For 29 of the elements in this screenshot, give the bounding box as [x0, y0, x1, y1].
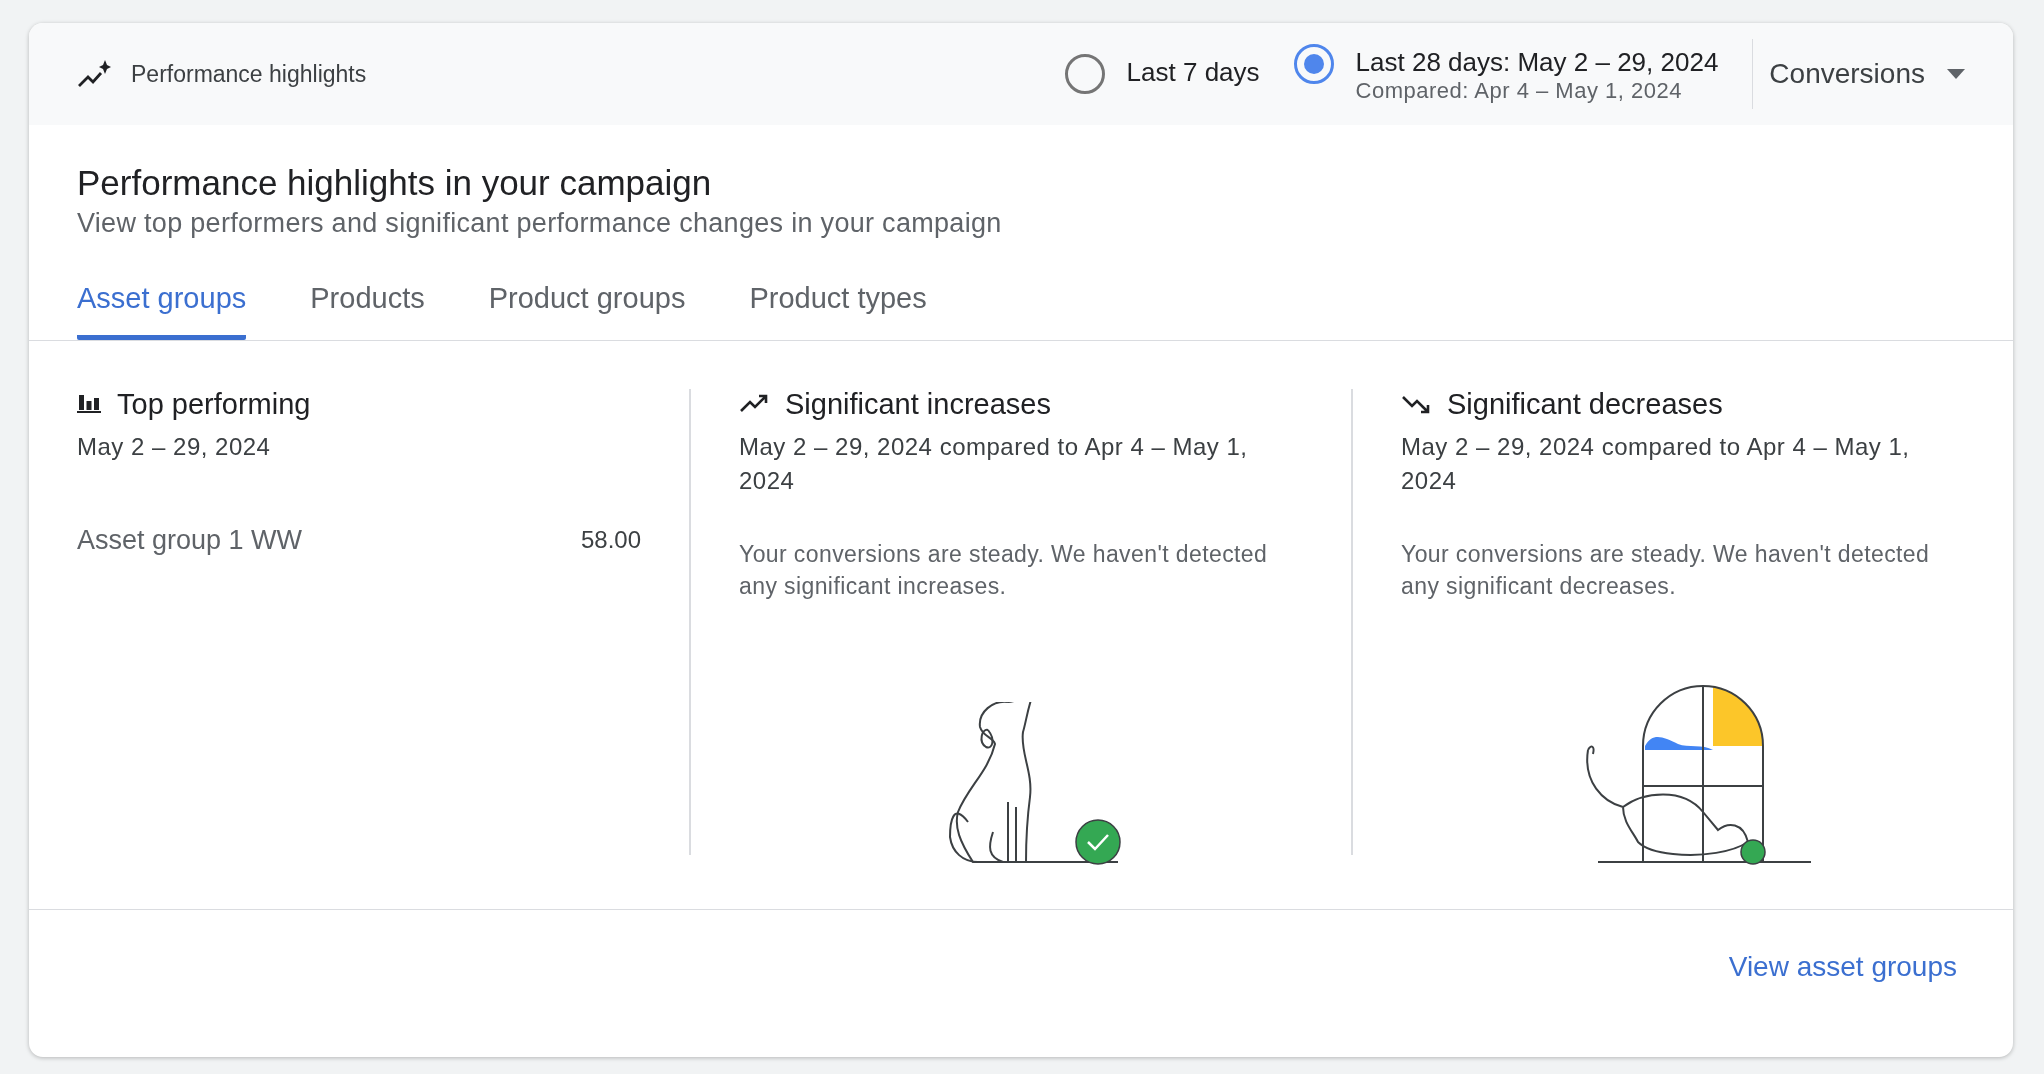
range-label: Last 7 days: [1126, 57, 1260, 87]
status-message: Your conversions are steady. We haven't detected any significant increases.: [739, 540, 1269, 601]
bar-chart-icon: [77, 393, 101, 416]
metric-dropdown[interactable]: Conversions: [1769, 53, 1965, 95]
metric-value: 58.00: [580, 525, 641, 556]
status-message: Your conversions are steady. We haven't detected any significant decreases.: [1401, 540, 1931, 601]
section-heading: Performance highlights in your campaign: [77, 162, 713, 204]
range-label: Last 28 days: May 2 – 29, 2024: [1355, 46, 1719, 77]
date-range: May 2 – 29, 2024 compared to Apr 4 – May 1, 2024: [1401, 432, 1911, 496]
section-description: View top performers and significant performance changes in your campaign: [77, 207, 1003, 240]
sparkle-trend-icon: [77, 59, 111, 89]
range-radio-option[interactable]: Last 28 days: May 2 – 29, 2024 Compared: Apr 4 – May 1, 2024: [1293, 43, 1719, 105]
tab[interactable]: Product types: [749, 277, 927, 340]
range-sublabel: Compared: Apr 4 – May 1, 2024: [1355, 76, 1683, 105]
asset-group-name: Asset group 1 WW: [77, 524, 303, 557]
tab[interactable]: Products: [310, 277, 425, 340]
radio-button[interactable]: [1293, 43, 1334, 84]
view-asset-groups-link[interactable]: View asset groups: [1728, 945, 1957, 988]
caret-icon: [1947, 69, 1965, 79]
date-range: May 2 – 29, 2024 compared to Apr 4 – May 1, 2024: [739, 432, 1249, 496]
header-title: Performance highlights: [131, 59, 367, 89]
date-range: May 2 – 29, 2024: [77, 432, 272, 462]
trend-down-icon: [1401, 394, 1431, 415]
range-radio-option[interactable]: Last 7 days: [1064, 54, 1260, 94]
tab[interactable]: Product groups: [488, 277, 686, 340]
radio-button[interactable]: [1064, 54, 1105, 94]
column-title: Significant decreases: [1447, 386, 1723, 422]
column-title: Top performing: [117, 386, 311, 422]
column-title: Significant increases: [785, 386, 1051, 422]
